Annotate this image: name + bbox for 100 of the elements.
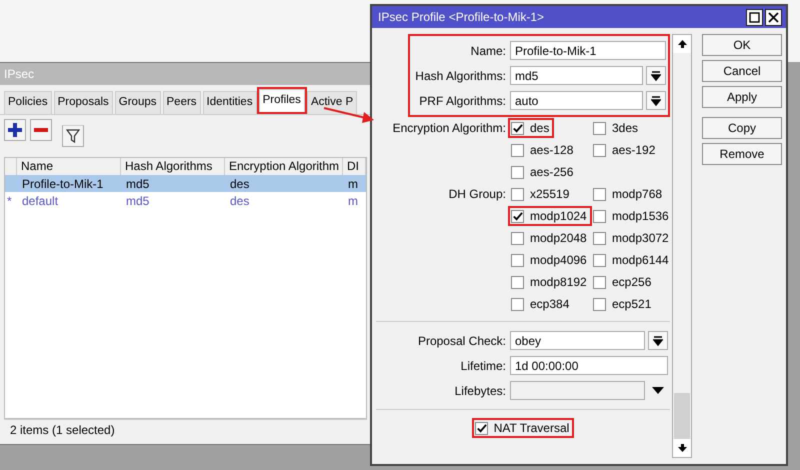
tab[interactable]: Identities	[202, 91, 257, 114]
text-field[interactable]	[510, 381, 645, 400]
checkbox-option[interactable]: modp2048	[510, 230, 590, 246]
field-label: DH Group:	[448, 186, 506, 201]
checkbox[interactable]	[511, 166, 524, 178]
checkbox[interactable]	[593, 276, 606, 288]
table-row[interactable]: Profile-to-Mik-1 md5 des m	[5, 175, 366, 192]
field-label: Lifebytes:	[454, 384, 506, 398]
checkbox-option[interactable]: ecp384	[510, 296, 572, 312]
checkbox-label: NAT Traversal	[494, 421, 570, 435]
dropdown-field[interactable]: md5	[510, 66, 643, 85]
column-header[interactable]: DI	[343, 158, 366, 176]
tab[interactable]: Profiles	[258, 89, 305, 112]
checkbox[interactable]	[511, 232, 524, 244]
checkbox-label: x25519	[530, 187, 570, 201]
dropdown-button[interactable]	[646, 91, 666, 110]
plus-icon	[8, 123, 22, 137]
checkbox-label: modp1536	[612, 209, 669, 223]
checkbox-option[interactable]: aes-256	[510, 164, 576, 180]
dropdown-button[interactable]	[648, 331, 668, 350]
checkbox-option[interactable]: modp1536	[592, 208, 672, 224]
scroll-up-icon[interactable]	[678, 40, 686, 48]
checkbox[interactable]	[593, 254, 606, 266]
minus-icon	[34, 128, 48, 132]
dialog-button[interactable]: Remove	[702, 143, 782, 165]
checkbox-option[interactable]: ecp256	[592, 274, 654, 290]
table-cell: des	[230, 194, 250, 208]
checkbox-label: modp1024	[530, 209, 587, 223]
scroll-thumb[interactable]	[674, 393, 690, 439]
checkbox[interactable]	[593, 298, 606, 310]
column-header[interactable]: Encryption Algorithm	[225, 158, 343, 176]
checkbox-label: des	[530, 121, 550, 135]
dropdown-arrow-icon	[653, 336, 663, 346]
table-row[interactable]: * default md5 des m	[5, 192, 366, 209]
field-label: PRF Algorithms:	[418, 94, 506, 108]
tab[interactable]: Groups	[114, 91, 160, 114]
dialog-button[interactable]: Copy	[702, 117, 782, 139]
checkbox[interactable]	[511, 254, 524, 266]
dialog-title: IPsec Profile <Profile-to-Mik-1>	[378, 10, 544, 24]
checkbox[interactable]	[511, 188, 524, 200]
checkbox-option[interactable]: modp768	[592, 186, 666, 202]
dialog-button[interactable]: OK	[702, 34, 782, 56]
checkbox-option[interactable]: des	[510, 120, 552, 136]
checkbox[interactable]	[511, 144, 524, 156]
field-label: Name:	[470, 44, 506, 58]
checkbox-label: modp2048	[530, 231, 587, 245]
checkbox-option[interactable]: 3des	[592, 120, 642, 136]
checkbox[interactable]	[593, 144, 606, 156]
dropdown-field[interactable]: auto	[510, 91, 643, 110]
scroll-down-icon[interactable]	[678, 444, 686, 452]
checkbox-option[interactable]: modp3072	[592, 230, 672, 246]
checkbox[interactable]	[593, 188, 606, 200]
dropdown-arrow-icon	[651, 70, 661, 80]
field-label: Lifetime:	[460, 358, 506, 372]
expand-arrow-icon[interactable]	[652, 387, 664, 394]
text-field[interactable]: Profile-to-Mik-1	[510, 41, 666, 60]
checkbox-label: modp768	[612, 187, 662, 201]
field-label: Proposal Check:	[416, 334, 506, 348]
tab[interactable]: Peers	[162, 91, 201, 114]
dialog-button[interactable]: Cancel	[702, 60, 782, 82]
checkbox-option[interactable]: modp8192	[510, 274, 590, 290]
checkbox-option[interactable]: modp6144	[592, 252, 672, 268]
checkbox[interactable]	[593, 210, 606, 222]
checkbox[interactable]	[511, 276, 524, 288]
checkbox-label: aes-192	[612, 143, 656, 157]
maximize-button[interactable]	[746, 8, 763, 26]
checkbox-label: modp6144	[612, 253, 669, 267]
checkbox-option[interactable]: modp1024	[510, 208, 590, 224]
filter-button[interactable]	[62, 125, 84, 147]
table-cell: des	[230, 176, 250, 190]
remove-button[interactable]	[30, 119, 52, 141]
checkbox-option[interactable]: aes-192	[592, 142, 658, 158]
tab[interactable]: Policies	[4, 91, 52, 114]
column-header[interactable]: Name	[17, 158, 121, 176]
close-button[interactable]	[765, 8, 782, 26]
checkbox-option[interactable]: aes-128	[510, 142, 576, 158]
checkbox-label: modp4096	[530, 253, 587, 267]
dropdown-field[interactable]: obey	[510, 331, 645, 350]
checkbox-option[interactable]: x25519	[510, 186, 572, 202]
checkbox[interactable]	[593, 232, 606, 244]
table-cell: m	[348, 176, 358, 190]
checkbox[interactable]	[474, 422, 488, 434]
checkbox-option[interactable]: NAT Traversal	[474, 420, 572, 436]
status-text: 2 items (1 selected)	[10, 423, 115, 437]
text-field[interactable]: 1d 00:00:00	[510, 356, 668, 375]
tab[interactable]: Proposals	[54, 91, 113, 114]
checkbox-label: aes-128	[530, 143, 574, 157]
tab[interactable]: Active P	[306, 91, 358, 114]
dialog-button[interactable]: Apply	[702, 86, 782, 108]
scrollbar[interactable]	[672, 34, 692, 458]
field-label: Hash Algorithms:	[414, 68, 506, 82]
add-button[interactable]	[4, 119, 26, 141]
checkbox-option[interactable]: ecp521	[592, 296, 654, 312]
column-header[interactable]: Hash Algorithms	[121, 158, 225, 176]
checkbox[interactable]	[511, 122, 524, 134]
checkbox[interactable]	[511, 298, 524, 310]
checkbox-option[interactable]: modp4096	[510, 252, 590, 268]
checkbox[interactable]	[511, 210, 524, 222]
dropdown-button[interactable]	[646, 66, 666, 85]
checkbox[interactable]	[593, 122, 606, 134]
